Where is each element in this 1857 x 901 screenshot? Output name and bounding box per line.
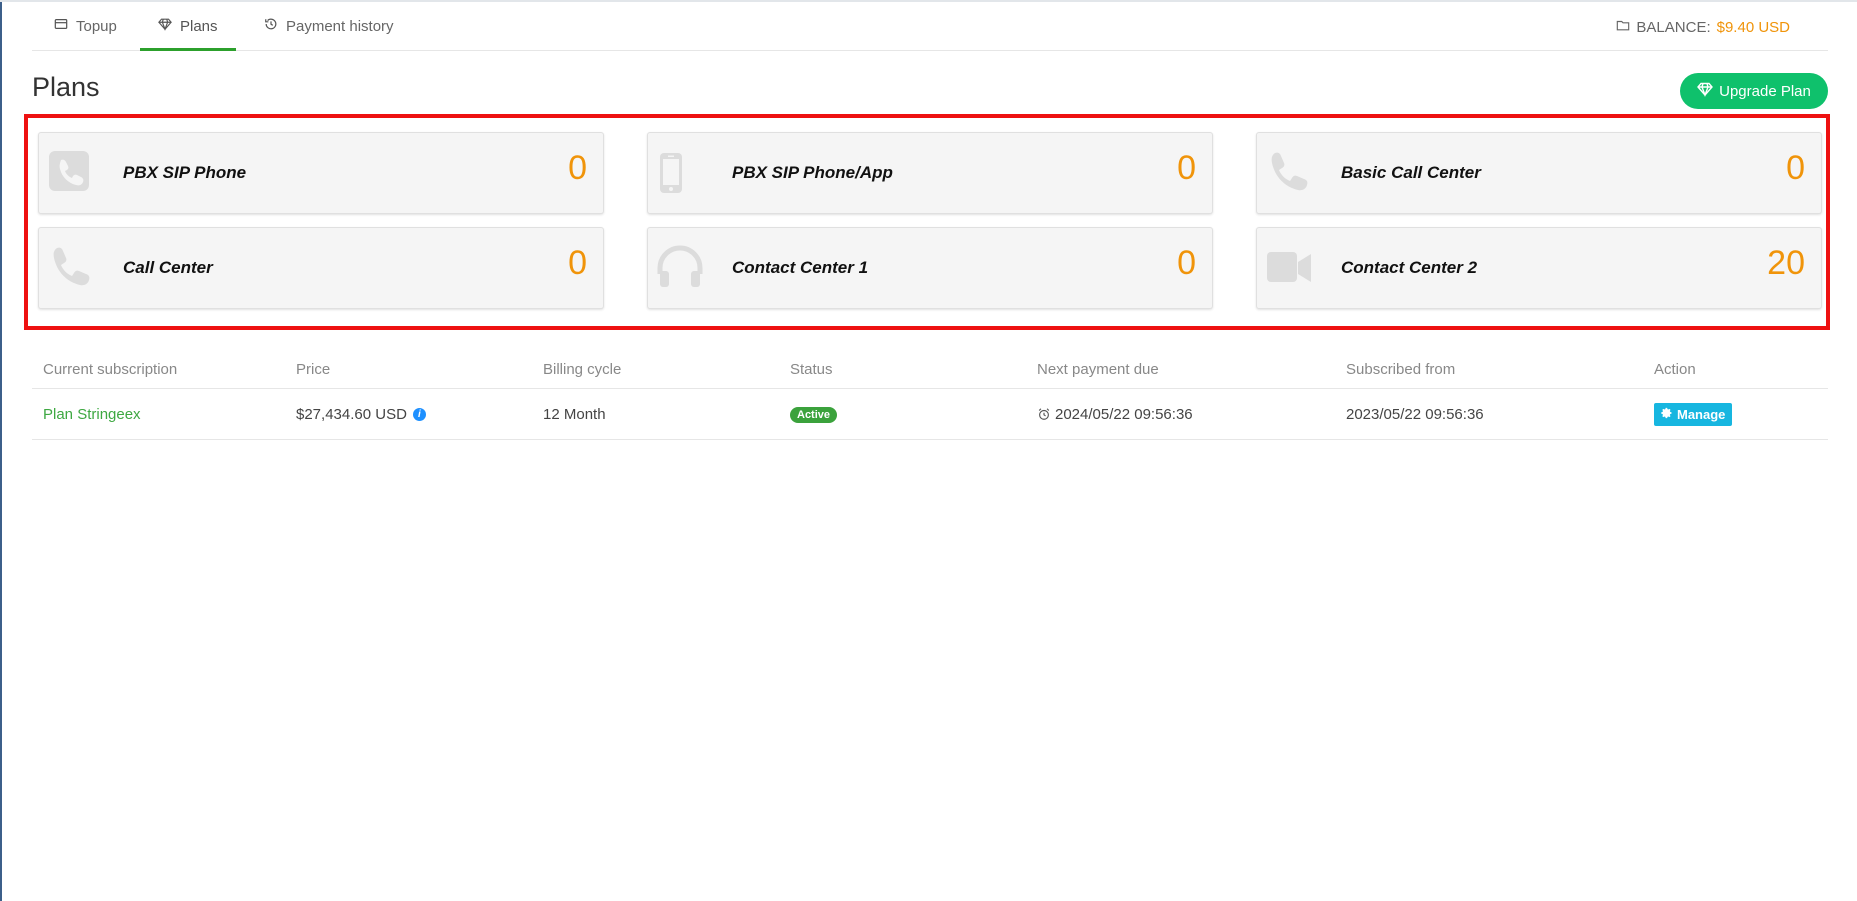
plan-card-label: Contact Center 1 [732, 258, 869, 277]
plan-card-basic-call-center: Basic Call Center 0 [1256, 132, 1822, 214]
column-header: Subscribed from [1335, 350, 1643, 389]
tab-label: Payment history [286, 17, 394, 35]
plan-card-label: PBX SIP Phone/App [732, 163, 893, 182]
diamond-icon [1697, 81, 1714, 101]
plan-card-label: Call Center [123, 258, 213, 277]
balance-amount: $9.40 USD [1716, 18, 1790, 36]
cell-next-payment: 2024/05/22 09:56:36 [1026, 388, 1335, 440]
video-camera-icon [1265, 244, 1313, 292]
history-icon [264, 17, 278, 35]
table-header-row: Current subscription Price Billing cycle… [32, 350, 1828, 389]
column-header: Status [779, 350, 1026, 389]
tab-plans[interactable]: Plans [140, 2, 236, 51]
upgrade-plan-button[interactable]: Upgrade Plan [1680, 73, 1828, 109]
cell-billing-cycle: 12 Month [532, 388, 779, 440]
tab-label: Topup [76, 17, 117, 35]
diamond-icon [158, 17, 172, 35]
plan-card-count: 20 [1767, 244, 1805, 282]
tab-payment-history[interactable]: Payment history [264, 2, 394, 50]
upgrade-plan-label: Upgrade Plan [1719, 82, 1811, 100]
headphones-icon [656, 244, 704, 292]
plan-card-count: 0 [568, 149, 587, 187]
cell-price: $27,434.60 USD i [285, 388, 532, 440]
column-header: Next payment due [1026, 350, 1335, 389]
plan-cards: PBX SIP Phone 0 PBX SIP Phone/App 0 Basi… [38, 132, 1824, 310]
status-badge: Active [790, 407, 838, 423]
plan-card-call-center: Call Center 0 [38, 227, 604, 309]
plan-card-pbx-sip-phone: PBX SIP Phone 0 [38, 132, 604, 214]
plan-link[interactable]: Plan Stringeex [43, 406, 141, 423]
info-icon[interactable]: i [412, 408, 426, 422]
plan-card-count: 0 [1786, 149, 1805, 187]
balance-display: BALANCE: $9.40 USD [1616, 18, 1790, 36]
plan-card-contact-center-1: Contact Center 1 0 [647, 227, 1213, 309]
gear-icon [1661, 407, 1673, 422]
plan-card-label: Contact Center 2 [1341, 258, 1478, 277]
manage-label: Manage [1677, 406, 1726, 422]
plan-card-contact-center-2: Contact Center 2 20 [1256, 227, 1822, 309]
folder-icon [1616, 18, 1630, 36]
cell-status: Active [779, 388, 1026, 440]
balance-label: BALANCE: [1636, 18, 1711, 36]
column-header: Billing cycle [532, 350, 779, 389]
window-left-border [0, 0, 2, 901]
plan-card-label: Basic Call Center [1341, 163, 1481, 182]
plan-card-count: 0 [1177, 244, 1196, 282]
price-value: $27,434.60 USD [296, 405, 407, 423]
manage-button[interactable]: Manage [1654, 402, 1733, 426]
phone-square-icon [47, 149, 95, 197]
plan-card-count: 0 [1177, 149, 1196, 187]
table-row: Plan Stringeex $27,434.60 USD i 12 Month … [32, 388, 1828, 440]
plan-card-pbx-sip-phone-app: PBX SIP Phone/App 0 [647, 132, 1213, 214]
column-header: Price [285, 350, 532, 389]
cell-subscribed-from: 2023/05/22 09:56:36 [1335, 388, 1643, 440]
plan-card-label: PBX SIP Phone [123, 163, 247, 182]
phone-icon [47, 244, 95, 292]
tab-label: Plans [180, 17, 218, 35]
credit-card-icon [54, 17, 68, 35]
alarm-clock-icon [1037, 407, 1051, 421]
billing-cycle-value: 12 Month [543, 405, 606, 423]
cell-action: Manage [1643, 388, 1828, 440]
plan-card-count: 0 [568, 244, 587, 282]
phone-icon [1265, 149, 1313, 197]
column-header: Current subscription [32, 350, 285, 389]
column-header: Action [1643, 350, 1828, 389]
subscribed-from-value: 2023/05/22 09:56:36 [1346, 405, 1484, 423]
page-title: Plans [32, 72, 100, 102]
mobile-icon [656, 149, 704, 197]
next-payment-value: 2024/05/22 09:56:36 [1055, 405, 1193, 423]
cell-plan: Plan Stringeex [32, 388, 285, 440]
tab-bar: Topup Plans Payment history BALANCE: $9.… [32, 2, 1828, 51]
subscription-table: Current subscription Price Billing cycle… [32, 350, 1828, 440]
tab-topup[interactable]: Topup [54, 2, 117, 50]
